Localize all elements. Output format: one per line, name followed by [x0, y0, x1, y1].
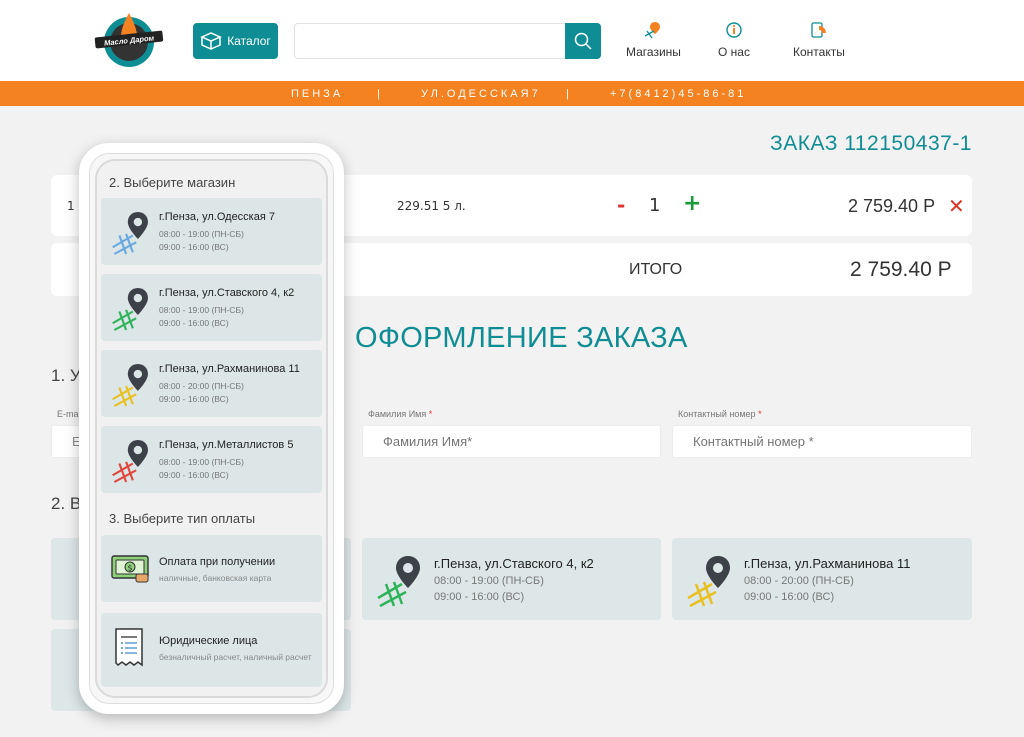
store-hours-weekday: 08:00 - 19:00 (ПН-СБ) — [159, 305, 244, 315]
nav-about-label: О нас — [718, 45, 750, 59]
store-hours-weekday: 08:00 - 20:00 (ПН-СБ) — [159, 381, 244, 391]
name-label-text: Фамилия Имя — [368, 409, 427, 419]
payment-legal-entities[interactable]: Юридические лица безналичный расчет, нал… — [101, 613, 322, 687]
required-mark: * — [758, 409, 762, 419]
info-street: УЛ.ОДЕССКАЯ7 — [421, 88, 541, 100]
store-location-icon — [112, 212, 148, 255]
nav-contacts-label: Контакты — [793, 45, 845, 59]
decrease-qty-button[interactable]: - — [617, 193, 625, 217]
info-icon — [726, 22, 742, 38]
product-volume: 229.51 5 л. — [397, 199, 466, 213]
store-location-icon — [377, 556, 420, 608]
box-icon — [200, 32, 223, 50]
store-card-rakhmaninova[interactable]: г.Пенза, ул.Рахманинова 11 08:00 - 20:00… — [672, 538, 972, 620]
info-separator: | — [566, 88, 572, 100]
catalog-label: Каталог — [227, 34, 271, 48]
store-hours-sunday: 09:00 - 16:00 (ВС) — [159, 394, 229, 404]
phone-field[interactable] — [672, 425, 972, 458]
order-title: ЗАКАЗ 112150437-1 — [770, 132, 972, 155]
store-address: г.Пенза, ул.Рахманинова 11 — [159, 363, 300, 375]
store-hours-weekday: 08:00 - 20:00 (ПН-СБ) — [744, 575, 854, 587]
info-city: ПЕНЗА — [291, 88, 344, 100]
quantity-value: 1 — [649, 195, 661, 216]
email-label: E-ma — [57, 409, 79, 419]
nav-about[interactable]: О нас — [718, 21, 750, 59]
name-label: Фамилия Имя * — [368, 409, 432, 419]
total-label: ИТОГО — [629, 261, 683, 278]
search-input[interactable] — [294, 23, 566, 59]
site-header: Масло Даром Каталог Магазины О нас Конта… — [0, 0, 1024, 81]
store-address: г.Пенза, ул.Одесская 7 — [159, 211, 275, 223]
nav-contacts[interactable]: Контакты — [793, 21, 845, 59]
payment-title: Оплата при получении — [159, 556, 276, 568]
store-hours-sunday: 09:00 - 16:00 (ВС) — [159, 318, 229, 328]
step2-heading: 2. В — [51, 494, 82, 513]
map-pin-icon — [645, 22, 661, 39]
mobile-store-card[interactable]: г.Пенза, ул.Рахманинова 11 08:00 - 20:00… — [101, 350, 322, 417]
mobile-screen: 2. Выберите магазин г.Пенза, ул.Одесская… — [95, 159, 328, 698]
payment-subtitle: безналичный расчет, наличный расчет — [159, 652, 312, 662]
cash-icon: $ — [111, 555, 149, 583]
payment-on-delivery[interactable]: $ Оплата при получении наличные, банковс… — [101, 535, 322, 602]
mobile-store-card[interactable]: г.Пенза, ул.Металлистов 5 08:00 - 19:00 … — [101, 426, 322, 493]
item-price: 2 759.40 Р — [848, 196, 936, 216]
mobile-store-heading: 2. Выберите магазин — [109, 175, 236, 190]
search-button[interactable] — [565, 23, 601, 59]
store-location-icon — [687, 556, 730, 608]
nav-stores[interactable]: Магазины — [626, 21, 681, 59]
mobile-payment-heading: 3. Выберите тип оплаты — [109, 511, 256, 526]
store-hours-weekday: 08:00 - 19:00 (ПН-СБ) — [159, 229, 244, 239]
checkout-title: ОФОРМЛЕНИЕ ЗАКАЗА — [355, 322, 688, 354]
store-address: г.Пенза, ул.Металлистов 5 — [159, 439, 294, 451]
store-card-stavskogo[interactable]: г.Пенза, ул.Ставского 4, к2 08:00 - 19:0… — [362, 538, 661, 620]
logo-icon[interactable]: Масло Даром — [93, 10, 165, 68]
name-field[interactable] — [362, 425, 661, 458]
contacts-icon — [811, 22, 826, 38]
info-separator: | — [377, 88, 383, 100]
mobile-store-card[interactable]: г.Пенза, ул.Одесская 7 08:00 - 19:00 (ПН… — [101, 198, 322, 265]
store-address: г.Пенза, ул.Ставского 4, к2 — [159, 287, 295, 299]
store-location-icon — [112, 440, 148, 483]
search-icon — [574, 32, 592, 50]
store-address: г.Пенза, ул.Ставского 4, к2 — [434, 556, 594, 571]
catalog-button[interactable]: Каталог — [193, 23, 278, 59]
mobile-preview: 2. Выберите магазин г.Пенза, ул.Одесская… — [79, 143, 344, 714]
store-hours-sunday: 09:00 - 16:00 (ВС) — [744, 591, 835, 603]
info-phone[interactable]: +7(8412)45-86-81 — [610, 88, 746, 100]
invoice-icon — [115, 628, 143, 667]
svg-text:$: $ — [127, 564, 132, 573]
required-mark: * — [428, 409, 433, 419]
store-hours-sunday: 09:00 - 16:00 (ВС) — [434, 591, 525, 603]
step1-heading: 1. У — [51, 366, 81, 385]
payment-subtitle: наличные, банковская карта — [159, 573, 272, 583]
product-name[interactable]: 1 — [67, 199, 75, 213]
store-location-icon — [112, 364, 148, 407]
store-hours-sunday: 09:00 - 16:00 (ВС) — [159, 242, 229, 252]
payment-title: Юридические лица — [159, 635, 258, 647]
store-hours-sunday: 09:00 - 16:00 (ВС) — [159, 470, 229, 480]
phone-label: Контактный номер * — [678, 409, 762, 419]
store-hours-weekday: 08:00 - 19:00 (ПН-СБ) — [434, 575, 544, 587]
total-value: 2 759.40 Р — [850, 258, 952, 281]
store-address: г.Пенза, ул.Рахманинова 11 — [744, 556, 911, 571]
mobile-store-card[interactable]: г.Пенза, ул.Ставского 4, к2 08:00 - 19:0… — [101, 274, 322, 341]
phone-label-text: Контактный номер — [678, 409, 756, 419]
increase-qty-button[interactable]: + — [683, 191, 701, 216]
remove-item-icon[interactable]: ✕ — [948, 194, 965, 218]
store-location-icon — [112, 288, 148, 331]
nav-stores-label: Магазины — [626, 45, 681, 59]
store-hours-weekday: 08:00 - 19:00 (ПН-СБ) — [159, 457, 244, 467]
info-bar: ПЕНЗА | УЛ.ОДЕССКАЯ7 | +7(8412)45-86-81 — [0, 81, 1024, 106]
